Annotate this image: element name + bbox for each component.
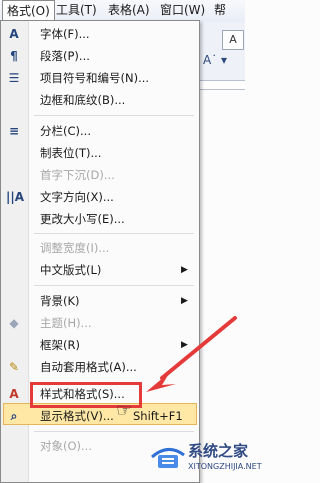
menu-item-label: 字体(F)... bbox=[40, 27, 90, 41]
menu-item-autoformat[interactable]: ✎ 自动套用格式(A)... bbox=[1, 356, 199, 378]
menu-item-label: 调整宽度(I)... bbox=[40, 241, 110, 255]
theme-icon: ◆ bbox=[9, 316, 19, 330]
menu-item-shortcut: Shift+F1 bbox=[133, 409, 183, 423]
menu-help[interactable]: 帮 bbox=[210, 0, 230, 21]
text-direction-icon: ||A bbox=[6, 190, 25, 204]
paragraph-icon: ¶ bbox=[10, 49, 18, 63]
submenu-arrow-icon: ▶ bbox=[181, 265, 188, 275]
menu-item-label: 主题(H)... bbox=[40, 316, 92, 330]
menu-item-change-case[interactable]: 更改大小写(E)... bbox=[1, 208, 199, 230]
menu-item-label: 项目符号和编号(N)... bbox=[40, 71, 150, 85]
list-icon: ☰ bbox=[8, 71, 20, 85]
menu-item-fit-text[interactable]: 调整宽度(I)... bbox=[1, 237, 199, 259]
menu-item-drop-cap[interactable]: 首字下沉(D)... bbox=[1, 164, 199, 186]
menu-item-theme[interactable]: ◆ 主题(H)... bbox=[1, 312, 199, 334]
menu-item-label: 显示格式(V)... bbox=[40, 409, 114, 423]
submenu-arrow-icon: ▶ bbox=[181, 296, 188, 306]
format-menu: A 字体(F)... ¶ 段落(P)... ☰ 项目符号和编号(N)... 边框… bbox=[0, 20, 200, 483]
watermark-logo-icon bbox=[151, 448, 185, 468]
menu-item-paragraph[interactable]: ¶ 段落(P)... bbox=[1, 45, 199, 67]
menu-item-tabs[interactable]: 制表位(T)... bbox=[1, 142, 199, 164]
menu-separator bbox=[34, 431, 194, 432]
menu-item-frames[interactable]: 框架(R) ▶ bbox=[1, 334, 199, 356]
menu-item-label: 段落(P)... bbox=[40, 49, 90, 63]
menu-item-label: 分栏(C)... bbox=[40, 124, 91, 138]
menu-item-asian-layout[interactable]: 中文版式(L) ▶ bbox=[1, 259, 199, 281]
menu-window[interactable]: 窗口(W) bbox=[156, 0, 209, 21]
watermark-title: 系统之家 bbox=[188, 442, 249, 460]
menu-item-reveal-formatting[interactable]: ⌕ 显示格式(V)... Shift+F1 bbox=[1, 405, 199, 427]
font-box[interactable]: A bbox=[222, 30, 244, 50]
menu-item-font[interactable]: A 字体(F)... bbox=[1, 23, 199, 45]
reveal-format-icon: ⌕ bbox=[10, 409, 18, 423]
menu-item-columns[interactable]: ≡ 分栏(C)... bbox=[1, 120, 199, 142]
menu-table[interactable]: 表格(A) bbox=[104, 0, 154, 21]
submenu-arrow-icon: ▶ bbox=[181, 340, 188, 350]
menu-format[interactable]: 格式(O) bbox=[2, 0, 55, 22]
menu-item-label: 制表位(T)... bbox=[40, 146, 102, 160]
menu-item-label: 框架(R) bbox=[40, 338, 80, 352]
menu-item-label: 更改大小写(E)... bbox=[40, 212, 125, 226]
font-icon: A bbox=[9, 27, 19, 41]
menu-separator bbox=[34, 285, 194, 286]
menu-separator bbox=[34, 115, 194, 116]
menu-item-label: 对象(O)... bbox=[40, 439, 92, 453]
menu-item-label: 中文版式(L) bbox=[40, 263, 102, 277]
ruler bbox=[200, 80, 245, 90]
menu-item-label: 首字下沉(D)... bbox=[40, 168, 115, 182]
highlight-icon[interactable]: A˙ ▾ bbox=[203, 53, 239, 71]
menu-item-label: 自动套用格式(A)... bbox=[40, 360, 137, 374]
pointer-cursor-icon: ☞ bbox=[116, 400, 133, 421]
menu-item-label: 背景(K) bbox=[40, 294, 80, 308]
menu-item-label: 文字方向(X)... bbox=[40, 190, 114, 204]
menu-tools[interactable]: 工具(T) bbox=[52, 0, 101, 21]
styles-icon: A bbox=[9, 387, 19, 401]
menu-item-bullets-numbering[interactable]: ☰ 项目符号和编号(N)... bbox=[1, 67, 199, 89]
autoformat-icon: ✎ bbox=[8, 360, 20, 374]
watermark-url: XITONGZHIJIA.NET bbox=[188, 462, 262, 471]
menu-item-borders-shading[interactable]: 边框和底纹(B)... bbox=[1, 89, 199, 111]
columns-icon: ≡ bbox=[8, 124, 20, 138]
menu-item-background[interactable]: 背景(K) ▶ bbox=[1, 290, 199, 312]
menu-separator bbox=[34, 233, 194, 234]
watermark: 系统之家 XITONGZHIJIA.NET bbox=[150, 438, 262, 483]
menu-item-label: 边框和底纹(B)... bbox=[40, 93, 126, 107]
menu-item-text-direction[interactable]: ||A 文字方向(X)... bbox=[1, 186, 199, 208]
